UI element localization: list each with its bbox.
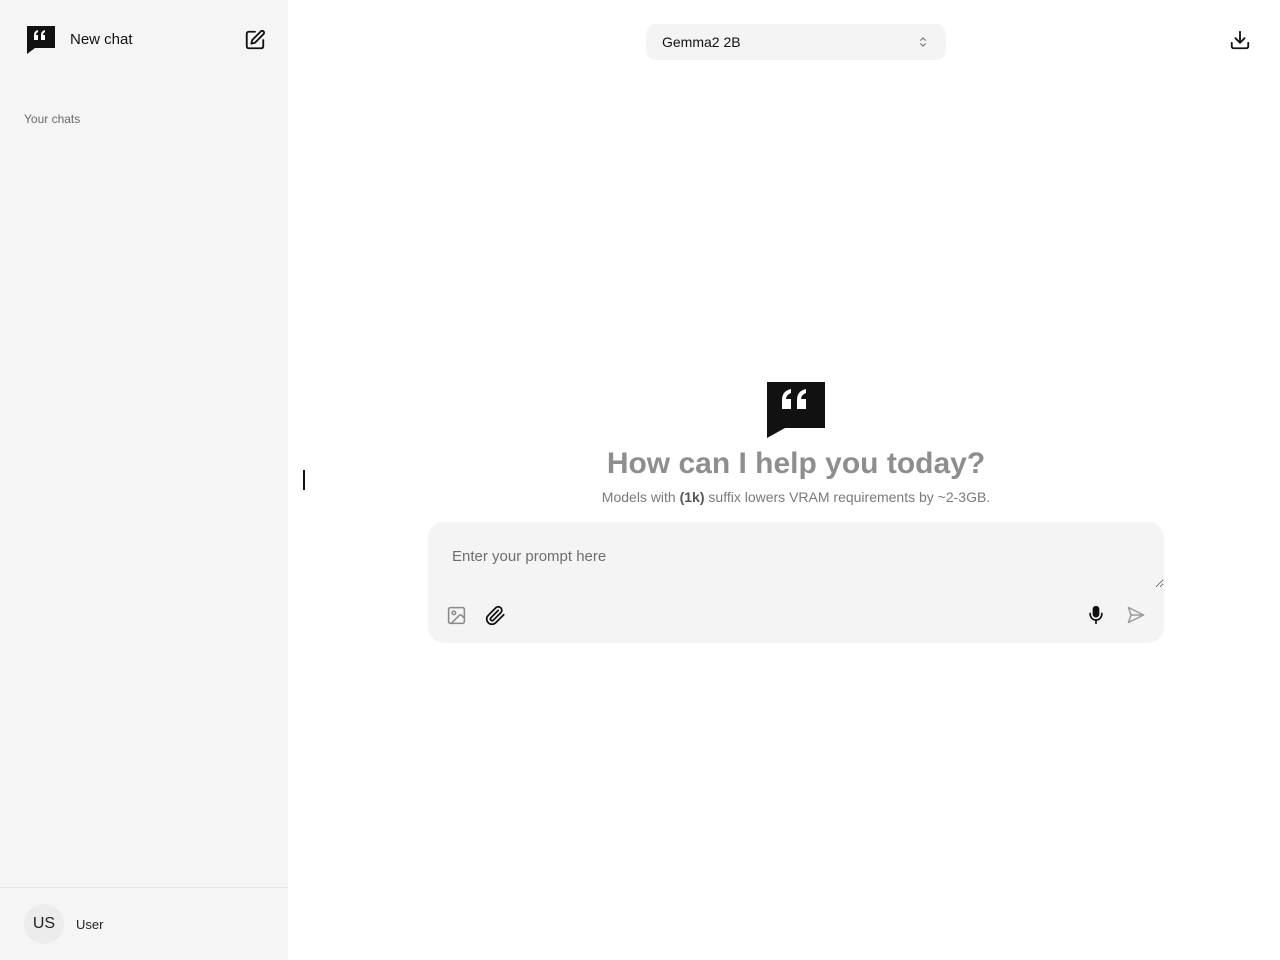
send-button[interactable] — [1124, 603, 1148, 627]
model-select-value: Gemma2 2B — [662, 34, 741, 50]
send-icon — [1127, 606, 1145, 624]
download-icon — [1230, 30, 1250, 50]
sidebar: New chat Your chats US User — [0, 0, 288, 960]
microphone-icon — [1089, 605, 1103, 625]
prompt-input[interactable] — [428, 522, 1164, 588]
image-icon — [447, 606, 465, 624]
new-chat-label: New chat — [70, 31, 133, 48]
avatar-initials: US — [32, 915, 56, 932]
upload-image-button[interactable] — [444, 603, 468, 627]
model-select[interactable]: Gemma2 2B — [646, 24, 946, 60]
new-chat-button[interactable]: New chat — [16, 16, 272, 64]
vram-hint: Models with (1k) suffix lowers VRAM requ… — [488, 489, 1104, 505]
avatar[interactable]: US — [24, 904, 64, 944]
chevron-updown-icon — [920, 37, 926, 47]
quote-chat-logo-icon — [27, 26, 55, 54]
vram-hint-bold: (1k) — [679, 489, 705, 505]
voice-input-button[interactable] — [1084, 603, 1108, 627]
greeting-heading: How can I help you today? — [606, 447, 986, 480]
your-chats-heading: Your chats — [24, 112, 81, 126]
vram-hint-prefix: Models with — [601, 489, 680, 505]
prompt-composer — [428, 522, 1164, 643]
user-profile[interactable]: US User — [0, 887, 288, 960]
paperclip-icon — [485, 605, 505, 625]
attach-file-button[interactable] — [483, 603, 507, 627]
download-button[interactable] — [1226, 26, 1254, 54]
vram-hint-suffix: suffix lowers VRAM requirements by ~2-3G… — [704, 489, 991, 505]
edit-icon[interactable] — [244, 29, 266, 51]
user-name: User — [76, 917, 104, 932]
quote-chat-hero-icon — [767, 382, 825, 438]
sidebar-collapse-handle[interactable] — [303, 470, 305, 490]
